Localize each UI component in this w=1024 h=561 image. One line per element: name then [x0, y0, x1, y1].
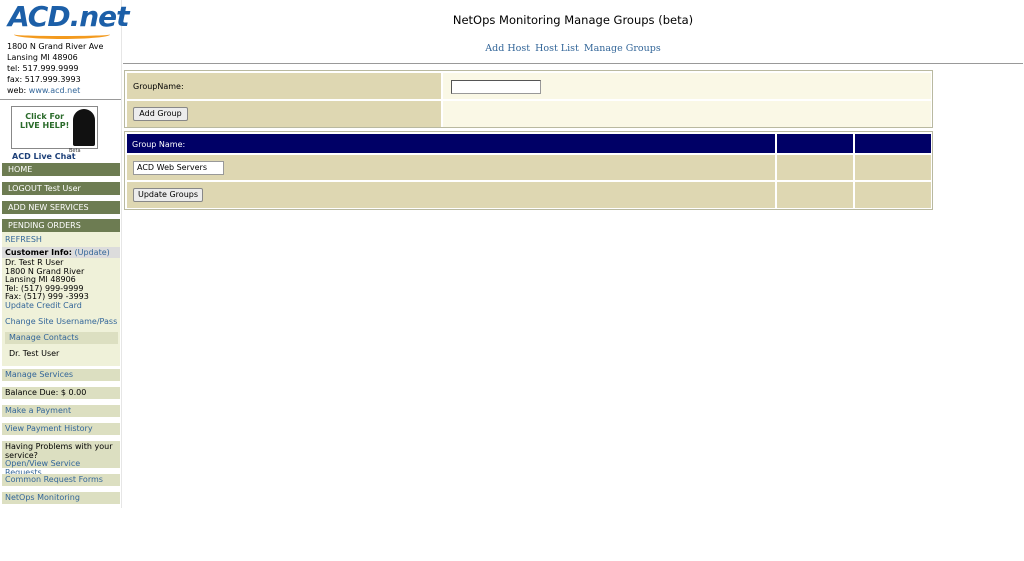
live-help-line2: LIVE HELP! — [20, 121, 70, 130]
groups-table-header: Group Name: — [127, 134, 775, 153]
problems-text: Having Problems with your service? — [5, 442, 113, 460]
live-help-button[interactable]: Click For LIVE HELP! — [11, 106, 98, 149]
nav-host-list-link[interactable]: Host List — [535, 43, 579, 54]
update-row-cell — [855, 182, 931, 208]
manage-contacts-link[interactable]: Manage Contacts — [5, 332, 118, 344]
update-row-cell — [777, 182, 853, 208]
live-chat-beta: Beta — [69, 148, 81, 154]
update-groups-row: Update Groups — [127, 182, 775, 208]
table-row-cell — [777, 155, 853, 180]
add-group-button[interactable]: Add Group — [133, 107, 188, 121]
header-divider — [123, 63, 1023, 64]
sidebar-divider — [0, 99, 121, 100]
nav-add-host-link[interactable]: Add Host — [485, 43, 530, 54]
groupname-label: GroupName: — [133, 82, 184, 91]
table-row-cell — [855, 155, 931, 180]
customer-info-update-link[interactable]: (Update) — [75, 248, 110, 257]
sidebar-item-request-forms[interactable]: Common Request Forms — [2, 474, 120, 486]
change-username-link[interactable]: Change Site Username/Pass — [5, 317, 117, 326]
address-street: 1800 N Grand River Ave — [7, 42, 104, 51]
live-help-text: Click For LIVE HELP! — [20, 112, 69, 130]
update-groups-button[interactable]: Update Groups — [133, 188, 203, 202]
balance-due: Balance Due: $ 0.00 — [2, 387, 120, 399]
logo-text: ACD.net — [8, 0, 130, 33]
problems-box: Having Problems with your service? Open/… — [2, 441, 120, 476]
company-address: 1800 N Grand River Ave Lansing MI 48906 … — [7, 41, 103, 96]
page-title: NetOps Monitoring Manage Groups (beta) — [452, 13, 694, 27]
acd-logo[interactable]: ACD.net — [8, 2, 130, 39]
groups-table-header-col2 — [777, 134, 853, 153]
live-help-line1: Click For — [25, 112, 65, 121]
add-group-button-cell: Add Group — [127, 101, 441, 127]
logo-swoosh-icon — [14, 30, 110, 39]
web-prefix: web: — [7, 86, 29, 95]
groupname-label-cell: GroupName: — [127, 73, 441, 99]
sidebar-item-logout[interactable]: LOGOUT Test User — [2, 182, 120, 195]
address-fax: fax: 517.999.3993 — [7, 75, 81, 84]
nav-manage-groups-link[interactable]: Manage Groups — [584, 43, 661, 54]
groups-table-header-col3 — [855, 134, 931, 153]
empty-cell — [443, 101, 931, 127]
sidebar-item-add-services[interactable]: ADD NEW SERVICES — [2, 201, 120, 214]
groupname-input[interactable] — [451, 80, 541, 94]
sidebar-item-make-payment[interactable]: Make a Payment — [2, 405, 120, 417]
sidebar-item-home[interactable]: HOME — [2, 163, 120, 176]
customer-details: Dr. Test R User 1800 N Grand River Lansi… — [5, 258, 89, 311]
contact-name: Dr. Test User — [9, 349, 60, 358]
web-link[interactable]: www.acd.net — [29, 86, 81, 95]
add-group-form: GroupName: Add Group — [124, 70, 933, 128]
sidebar-item-payment-history[interactable]: View Payment History — [2, 423, 120, 435]
address-city: Lansing MI 48906 — [7, 53, 78, 62]
update-credit-card-link[interactable]: Update Credit Card — [5, 301, 89, 311]
live-chat-label[interactable]: ACD Live Chat — [12, 152, 76, 161]
sidebar-item-manage-services[interactable]: Manage Services — [2, 369, 120, 381]
address-web: web: www.acd.net — [7, 85, 103, 96]
customer-info-header: Customer Info: (Update) — [2, 247, 120, 258]
table-row: ACD Web Servers — [127, 155, 775, 180]
customer-info-label: Customer Info: — [5, 248, 72, 257]
groupname-input-cell — [443, 73, 931, 99]
sidebar: ACD.net 1800 N Grand River Ave Lansing M… — [0, 0, 130, 508]
sidebar-item-pending-orders[interactable]: PENDING ORDERS — [2, 219, 120, 232]
group-name-field[interactable]: ACD Web Servers — [133, 161, 224, 175]
top-nav: Add Host Host List Manage Groups — [123, 43, 1023, 54]
groups-table: Group Name: ACD Web Servers Update Group… — [124, 131, 933, 210]
address-tel: tel: 517.999.9999 — [7, 64, 79, 73]
headset-agent-icon — [73, 109, 95, 146]
refresh-link[interactable]: REFRESH — [5, 235, 42, 244]
sidebar-item-netops[interactable]: NetOps Monitoring — [2, 492, 120, 504]
group-name-header: Group Name: — [132, 140, 186, 149]
